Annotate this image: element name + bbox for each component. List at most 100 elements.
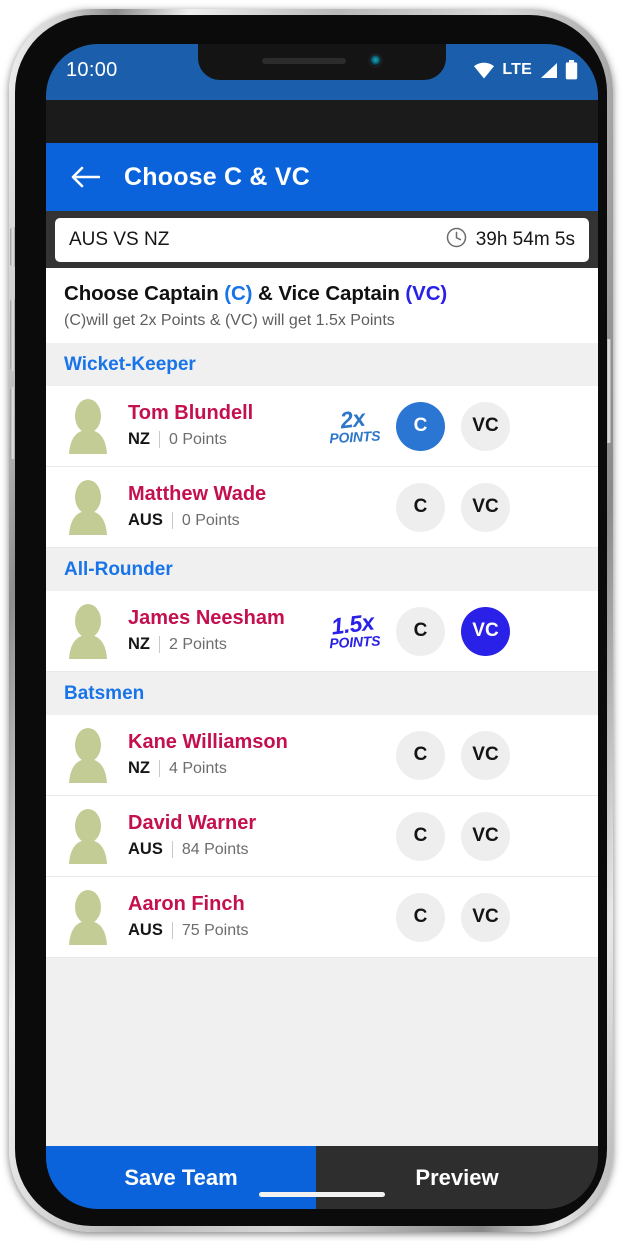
instructions-subtitle: (C)will get 2x Points & (VC) will get 1.… <box>64 312 395 329</box>
home-indicator[interactable] <box>259 1192 385 1197</box>
match-teams-label: AUS VS NZ <box>69 228 170 250</box>
player-points: 84 Points <box>181 840 249 858</box>
captain-button[interactable]: C <box>396 811 445 861</box>
avatar-silhouette <box>69 809 107 864</box>
back-arrow-icon[interactable] <box>70 166 100 188</box>
player-meta: AUS 75 Points <box>128 921 316 940</box>
front-camera-icon <box>367 53 383 68</box>
player-points: 0 Points <box>181 511 240 529</box>
multiplier-points-label: POINTS <box>327 631 382 653</box>
speaker-grille <box>261 57 346 64</box>
save-team-button[interactable]: Save Team <box>46 1146 316 1209</box>
player-row[interactable]: Matthew Wade AUS 0 Points C VC <box>46 467 598 548</box>
instructions-captain-tag: (C) <box>224 282 253 305</box>
network-type-label: LTE <box>502 61 532 78</box>
player-row[interactable]: Kane Williamson NZ 4 Points C VC <box>46 715 598 796</box>
captain-button[interactable]: C <box>396 892 445 942</box>
player-points: 4 Points <box>169 759 227 777</box>
sections-container: Wicket-Keeper Tom Blundell NZ 0 Points 2x POI… <box>46 343 598 958</box>
team-code: NZ <box>128 759 150 777</box>
instructions-title: Choose Captain (C) & Vice Captain (VC) <box>64 282 580 306</box>
team-code: AUS <box>128 921 163 939</box>
player-name: Kane Williamson <box>128 731 288 753</box>
captain-button[interactable]: C <box>396 482 445 532</box>
instructions-vice-captain-tag: (VC) <box>405 282 448 305</box>
avatar-silhouette <box>69 399 107 454</box>
vice-captain-button[interactable]: VC <box>461 730 510 780</box>
player-info: Matthew Wade AUS 0 Points <box>128 484 316 530</box>
page-title: Choose C & VC <box>124 162 310 191</box>
meta-divider <box>171 841 173 858</box>
phone-screen: 10:00 LTE Choose C & VC AUS VS NZ 39h 54… <box>46 44 598 1209</box>
pick-buttons: C VC <box>396 606 510 656</box>
avatar-silhouette <box>69 728 107 783</box>
captain-button[interactable]: C <box>396 401 445 451</box>
instructions-title-part1: Choose Captain <box>64 282 225 305</box>
captain-button[interactable]: C <box>396 730 445 780</box>
player-meta: NZ 2 Points <box>128 635 316 654</box>
player-name: Aaron Finch <box>128 893 245 915</box>
player-name: David Warner <box>128 812 257 834</box>
meta-divider <box>159 636 160 653</box>
status-time: 10:00 <box>66 58 118 81</box>
player-name: Tom Blundell <box>128 402 254 424</box>
captain-button[interactable]: C <box>396 606 445 656</box>
player-row[interactable]: Tom Blundell NZ 0 Points 2x POINTS C VC <box>46 386 598 467</box>
player-info: Aaron Finch AUS 75 Points <box>128 894 316 940</box>
instructions-block: Choose Captain (C) & Vice Captain (VC) (… <box>46 268 598 343</box>
avatar <box>64 889 112 945</box>
vice-captain-button[interactable]: VC <box>461 401 510 451</box>
team-code: NZ <box>128 430 150 448</box>
multiplier-badge-slot: 1.5x POINTS <box>316 607 390 653</box>
multiplier-badge: 2x POINTS <box>325 403 382 448</box>
team-code: AUS <box>128 511 163 529</box>
player-points: 75 Points <box>181 921 249 939</box>
player-meta: AUS 0 Points <box>128 511 316 530</box>
cellular-signal-icon <box>539 62 558 79</box>
match-strip: AUS VS NZ 39h 54m 5s <box>46 211 598 268</box>
battery-icon <box>565 60 578 80</box>
wifi-icon <box>473 62 495 79</box>
bottom-action-bar: Save Team Preview <box>46 1146 598 1209</box>
player-row[interactable]: David Warner AUS 84 Points C VC <box>46 796 598 877</box>
section-header: All-Rounder <box>46 548 598 591</box>
meta-divider <box>159 760 160 777</box>
meta-divider <box>171 512 173 529</box>
player-list-scroll[interactable]: Choose Captain (C) & Vice Captain (VC) (… <box>46 268 598 1146</box>
instructions-title-part2: & Vice Captain <box>252 282 406 305</box>
vice-captain-button[interactable]: VC <box>461 606 510 656</box>
pick-buttons: C VC <box>396 811 510 861</box>
match-countdown: 39h 54m 5s <box>446 227 575 253</box>
player-info: James Neesham NZ 2 Points <box>128 608 316 654</box>
vice-captain-button[interactable]: VC <box>461 811 510 861</box>
vice-captain-button[interactable]: VC <box>461 482 510 532</box>
player-meta: AUS 84 Points <box>128 840 316 859</box>
app-bar: Choose C & VC <box>46 143 598 211</box>
player-name: Matthew Wade <box>128 483 267 505</box>
multiplier-badge-slot: 2x POINTS <box>316 403 390 448</box>
pick-buttons: C VC <box>396 892 510 942</box>
player-row[interactable]: Aaron Finch AUS 75 Points C VC <box>46 877 598 958</box>
match-card[interactable]: AUS VS NZ 39h 54m 5s <box>55 217 589 262</box>
avatar-silhouette <box>69 604 107 659</box>
notch <box>198 44 446 80</box>
player-meta: NZ 0 Points <box>128 430 316 449</box>
player-meta: NZ 4 Points <box>128 759 316 778</box>
avatar <box>64 603 112 659</box>
section-header: Wicket-Keeper <box>46 343 598 386</box>
vice-captain-button[interactable]: VC <box>461 892 510 942</box>
player-row[interactable]: James Neesham NZ 2 Points 1.5x POINTS C VC <box>46 591 598 672</box>
pick-buttons: C VC <box>396 401 510 451</box>
meta-divider <box>171 922 173 939</box>
status-icons: LTE <box>473 60 578 80</box>
phone-bezel: 10:00 LTE Choose C & VC AUS VS NZ 39h 54… <box>15 15 607 1226</box>
avatar-silhouette <box>69 480 107 535</box>
section-header: Batsmen <box>46 672 598 715</box>
meta-divider <box>159 431 160 448</box>
pick-buttons: C VC <box>396 482 510 532</box>
clock-icon <box>446 227 467 253</box>
phone-frame: 10:00 LTE Choose C & VC AUS VS NZ 39h 54… <box>9 9 613 1232</box>
avatar <box>64 398 112 454</box>
multiplier-badge: 1.5x POINTS <box>325 607 382 653</box>
preview-button[interactable]: Preview <box>316 1146 598 1209</box>
